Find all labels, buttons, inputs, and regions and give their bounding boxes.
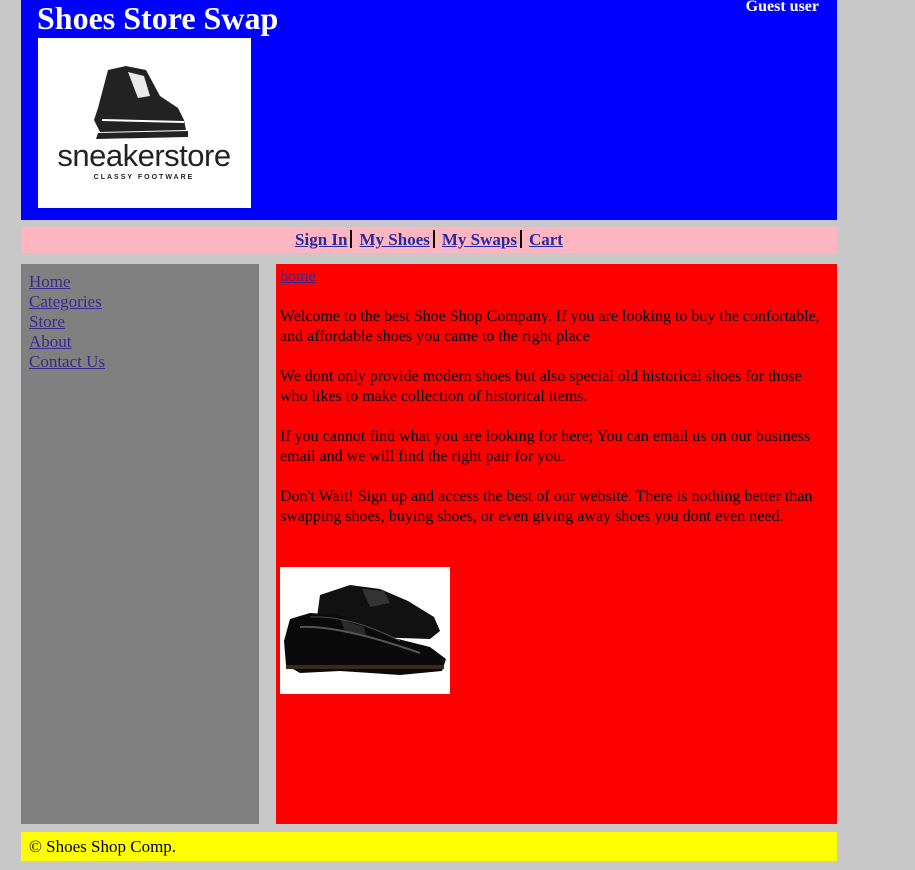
sidebar-link-store[interactable]: Store [29, 312, 65, 331]
site-footer: © Shoes Shop Comp. [21, 832, 837, 861]
email-paragraph: If you cannot find what you are looking … [280, 428, 811, 465]
sidebar-link-about[interactable]: About [29, 332, 72, 351]
welcome-paragraph: Welcome to the best Shoe Shop Company. I… [280, 308, 820, 345]
sidebar: Home Categories Store About Contact Us [21, 264, 259, 824]
historical-paragraph: We dont only provide modern shoes but al… [280, 368, 802, 405]
sidebar-menu: Home Categories Store About Contact Us [21, 264, 259, 372]
sidebar-link-contact[interactable]: Contact Us [29, 352, 105, 371]
logo-tagline: CLASSY FOOTWARE [94, 174, 195, 181]
sidebar-item-categories: Categories [29, 292, 259, 312]
nav-sign-in[interactable]: Sign In [294, 230, 348, 249]
sidebar-link-categories[interactable]: Categories [29, 292, 102, 311]
nav-my-swaps[interactable]: My Swaps [441, 230, 518, 249]
shoe-photo [280, 567, 450, 694]
breadcrumb-home[interactable]: home [280, 268, 316, 286]
sidebar-link-home[interactable]: Home [29, 272, 71, 291]
top-navigation: Sign In My Shoes My Swaps Cart [21, 227, 837, 253]
user-label: Guest user [745, 0, 819, 15]
copyright-text: © Shoes Shop Comp. [29, 837, 177, 856]
logo-brand: sneakerstore [57, 138, 230, 173]
nav-separator [432, 230, 435, 248]
site-title: Shoes Store Swap [37, 0, 279, 36]
nav-separator [350, 230, 353, 248]
nav-separator [519, 230, 522, 248]
sidebar-item-home: Home [29, 272, 259, 292]
site-header: Shoes Store Swap Guest user sneakerstore… [21, 0, 837, 220]
sidebar-item-about: About [29, 332, 259, 352]
sidebar-item-contact: Contact Us [29, 352, 259, 372]
main-content: home Welcome to the best Shoe Shop Compa… [276, 264, 837, 824]
nav-cart[interactable]: Cart [528, 230, 564, 249]
nav-my-shoes[interactable]: My Shoes [358, 230, 430, 249]
signup-paragraph: Don't Wait! Sign up and access the best … [280, 488, 813, 525]
sidebar-item-store: Store [29, 312, 259, 332]
sneakerstore-logo: sneakerstore CLASSY FOOTWARE [38, 38, 251, 208]
